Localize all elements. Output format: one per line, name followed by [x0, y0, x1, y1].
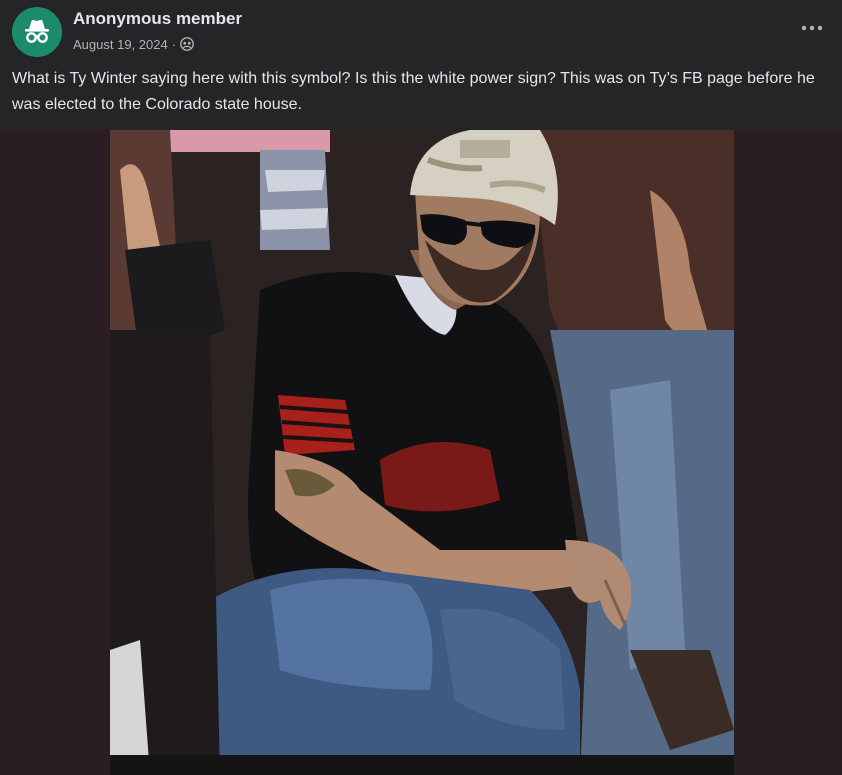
more-options-icon	[801, 25, 823, 31]
photo-bottom-edge	[110, 755, 734, 775]
group-privacy-icon[interactable]	[180, 37, 194, 51]
post-card: Anonymous member August 19, 2024 · What …	[0, 0, 842, 775]
meta-separator: ·	[171, 36, 177, 52]
post-date[interactable]: August 19, 2024	[73, 37, 168, 52]
post-text: What is Ty Winter saying here with this …	[12, 70, 815, 113]
post-header: Anonymous member August 19, 2024 ·	[0, 0, 842, 62]
post-photo[interactable]	[110, 130, 734, 775]
avatar[interactable]	[12, 7, 62, 57]
more-options-button[interactable]	[794, 14, 830, 42]
photo-container	[0, 130, 842, 775]
author-name[interactable]: Anonymous member	[73, 9, 242, 29]
post-meta: August 19, 2024 ·	[73, 35, 194, 53]
incognito-icon	[25, 19, 49, 43]
